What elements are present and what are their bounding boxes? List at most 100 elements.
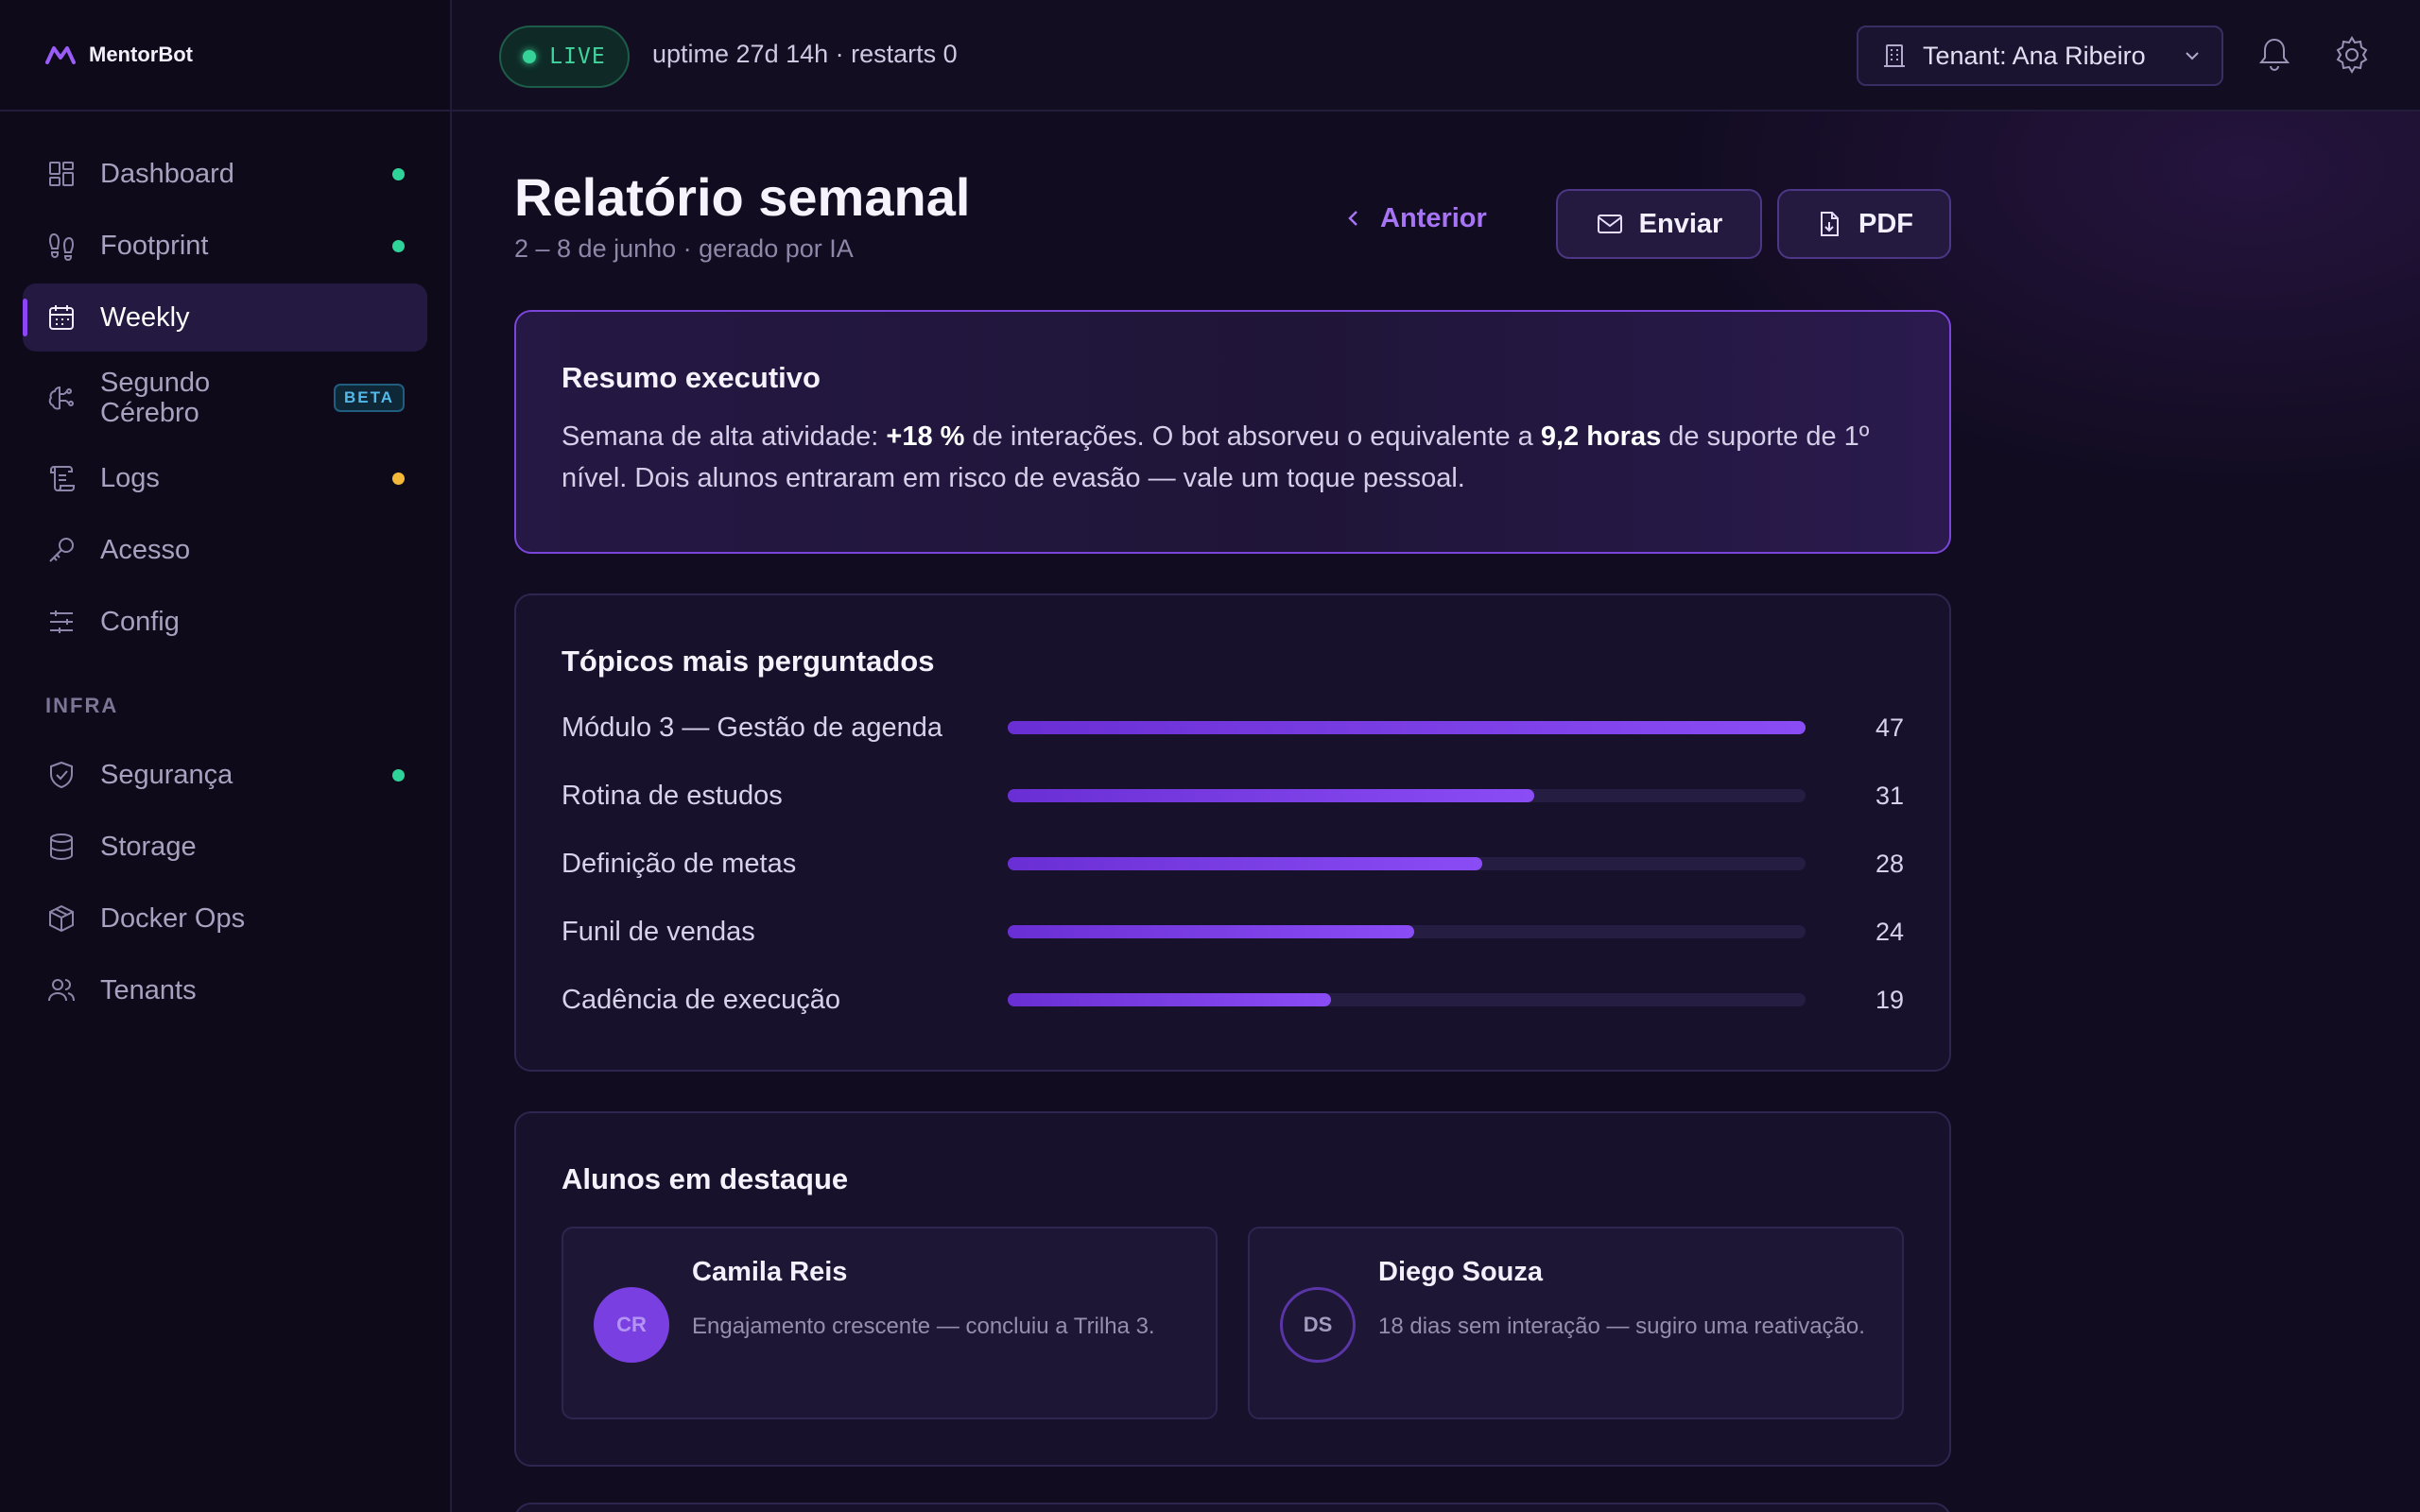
sidebar-item-label: Tenants bbox=[100, 974, 197, 1005]
sidebar-item-dashboard[interactable]: Dashboard bbox=[23, 140, 427, 208]
student-note: 18 dias sem interação — sugiro uma reati… bbox=[1378, 1314, 1865, 1339]
infra-nav: Segurança Storage Docker Ops Tenants bbox=[0, 741, 450, 1024]
footprint-icon bbox=[45, 230, 78, 262]
chevron-down-icon bbox=[2186, 52, 2199, 60]
main-content: Relatório semanal 2 – 8 de junho · gerad… bbox=[452, 112, 2420, 1512]
notifications-button[interactable] bbox=[2254, 34, 2295, 76]
send-button[interactable]: Enviar bbox=[1556, 189, 1762, 259]
sidebar-item-label: Logs bbox=[100, 462, 160, 493]
sidebar-item-footprint[interactable]: Footprint bbox=[23, 212, 427, 280]
topic-count: 28 bbox=[1875, 849, 1904, 878]
summary-title: Resumo executivo bbox=[562, 361, 821, 394]
sidebar-item-tenants[interactable]: Tenants bbox=[23, 956, 427, 1024]
top-topics-card: Tópicos mais perguntados Módulo 3 — Gest… bbox=[514, 593, 1951, 1072]
sidebar-item-logs[interactable]: Logs bbox=[23, 444, 427, 512]
topics-title: Tópicos mais perguntados bbox=[562, 644, 935, 678]
topic-count: 19 bbox=[1875, 985, 1904, 1014]
sidebar-item-config[interactable]: Config bbox=[23, 588, 427, 656]
tenant-label: Tenant: Ana Ribeiro bbox=[1923, 41, 2146, 70]
topic-bar-track bbox=[1008, 925, 1806, 938]
pdf-button[interactable]: PDF bbox=[1777, 189, 1951, 259]
topic-row: Módulo 3 — Gestão de agenda 47 bbox=[562, 694, 1904, 762]
topic-bar-track bbox=[1008, 857, 1806, 870]
sidebar-item-storage[interactable]: Storage bbox=[23, 813, 427, 881]
interactions-growth: +18 % bbox=[886, 421, 965, 452]
bell-icon bbox=[2258, 38, 2290, 71]
topic-bar-track bbox=[1008, 721, 1806, 734]
sidebar-item-label: Dashboard bbox=[100, 158, 234, 189]
sidebar-item-label: Docker Ops bbox=[100, 902, 246, 934]
topic-bar-fill bbox=[1008, 721, 1806, 734]
dashboard-icon bbox=[45, 158, 78, 190]
building-icon bbox=[1884, 44, 1905, 67]
topic-label: Módulo 3 — Gestão de agenda bbox=[562, 712, 943, 743]
student-card[interactable]: DS Diego Souza 18 dias sem interação — s… bbox=[1248, 1227, 1904, 1419]
main-nav: Dashboard Footprint Weekly Segundo Céreb… bbox=[0, 112, 450, 656]
sidebar-item-segundo-cerebro[interactable]: Segundo Cérebro BETA bbox=[23, 355, 427, 440]
status-dot bbox=[392, 167, 405, 180]
brain-icon bbox=[45, 382, 78, 414]
uptime-text: uptime 27d 14h · restarts 0 bbox=[652, 40, 958, 68]
database-icon bbox=[45, 831, 78, 863]
settings-button[interactable] bbox=[2331, 34, 2373, 76]
page-title: Relatório semanal bbox=[514, 167, 971, 227]
sidebar-item-docker-ops[interactable]: Docker Ops bbox=[23, 885, 427, 953]
summary-text: Semana de alta atividade: +18 % de inter… bbox=[562, 416, 1904, 499]
support-hours: 9,2 horas bbox=[1540, 421, 1662, 452]
topic-bar-fill bbox=[1008, 993, 1331, 1006]
student-name: Camila Reis bbox=[692, 1257, 848, 1287]
live-status-badge: LIVE bbox=[499, 26, 630, 88]
previous-label: Anterior bbox=[1380, 202, 1487, 233]
mail-icon bbox=[1597, 215, 1622, 233]
nav-section-infra: INFRA bbox=[45, 694, 119, 717]
sidebar-item-acesso[interactable]: Acesso bbox=[23, 516, 427, 584]
summary-text-part: de interações. O bot absorveu o equivale… bbox=[964, 421, 1541, 452]
shield-icon bbox=[45, 759, 78, 791]
tenant-selector[interactable]: Tenant: Ana Ribeiro bbox=[1857, 26, 2223, 86]
topic-count: 31 bbox=[1875, 781, 1904, 810]
sidebar-item-label: Footprint bbox=[100, 230, 209, 261]
topic-row: Definição de metas 28 bbox=[562, 830, 1904, 898]
mentorbot-logo-icon bbox=[45, 46, 76, 64]
featured-students-card: Alunos em destaque CR Camila Reis Engaja… bbox=[514, 1111, 1951, 1467]
topic-label: Cadência de execução bbox=[562, 984, 841, 1015]
summary-text-part: Semana de alta atividade: bbox=[562, 421, 887, 452]
topic-bar-fill bbox=[1008, 857, 1483, 870]
students-title: Alunos em destaque bbox=[562, 1162, 849, 1195]
topic-bar-track bbox=[1008, 789, 1806, 802]
scroll-icon bbox=[45, 462, 78, 494]
users-icon bbox=[45, 974, 78, 1006]
file-download-icon bbox=[1821, 212, 1839, 236]
next-section-card bbox=[514, 1503, 1951, 1512]
topic-row: Funil de vendas 24 bbox=[562, 898, 1904, 966]
gear-icon bbox=[2336, 36, 2368, 74]
chevron-left-icon bbox=[1348, 211, 1357, 226]
topic-label: Definição de metas bbox=[562, 848, 797, 879]
executive-summary-card: Resumo executivo Semana de alta atividad… bbox=[514, 310, 1951, 554]
status-dot bbox=[392, 239, 405, 252]
live-label: LIVE bbox=[549, 44, 606, 69]
sidebar-item-label: Segurança bbox=[100, 759, 233, 790]
key-icon bbox=[45, 534, 78, 566]
sidebar-item-label: Weekly bbox=[100, 301, 190, 333]
topic-label: Rotina de estudos bbox=[562, 780, 783, 811]
brand[interactable]: MentorBot bbox=[0, 0, 450, 112]
topic-row: Cadência de execução 19 bbox=[562, 966, 1904, 1034]
sidebar-item-seguranca[interactable]: Segurança bbox=[23, 741, 427, 809]
previous-button[interactable]: Anterior bbox=[1342, 189, 1487, 248]
avatar: DS bbox=[1280, 1287, 1356, 1363]
beta-badge: BETA bbox=[333, 384, 405, 412]
sidebar-item-label: Acesso bbox=[100, 534, 191, 565]
student-card[interactable]: CR Camila Reis Engajamento crescente — c… bbox=[562, 1227, 1218, 1419]
topic-count: 24 bbox=[1875, 917, 1904, 946]
topics-list: Módulo 3 — Gestão de agenda 47 Rotina de… bbox=[562, 694, 1904, 1034]
sidebar-item-label: Storage bbox=[100, 831, 197, 862]
student-note: Engajamento crescente — concluiu a Trilh… bbox=[692, 1314, 1155, 1339]
topic-bar-track bbox=[1008, 993, 1806, 1006]
brand-name: MentorBot bbox=[89, 43, 193, 66]
status-dot bbox=[392, 472, 405, 485]
live-dot bbox=[523, 50, 537, 63]
sidebar-item-weekly[interactable]: Weekly bbox=[23, 284, 427, 352]
sidebar-item-label: Config bbox=[100, 606, 180, 637]
topic-row: Rotina de estudos 31 bbox=[562, 762, 1904, 830]
